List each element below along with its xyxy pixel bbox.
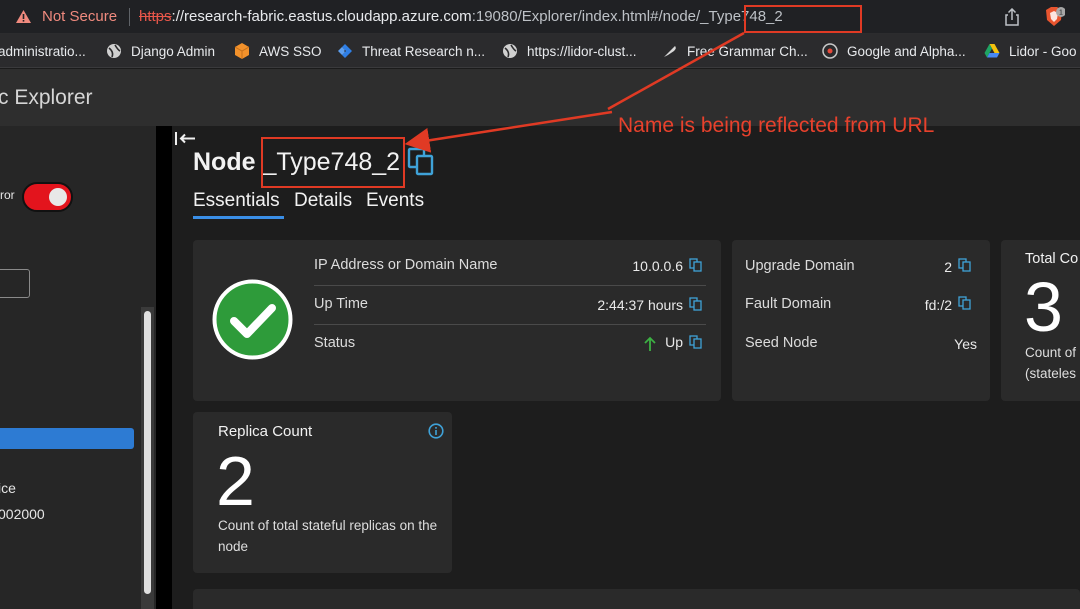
uptime-value: 2:44:37 hours bbox=[597, 297, 683, 313]
copy-icon[interactable] bbox=[407, 147, 437, 177]
total-card-desc: Count of bbox=[1025, 345, 1077, 360]
sidebar-search-input[interactable] bbox=[0, 269, 30, 298]
fault-domain-label: Fault Domain bbox=[745, 296, 832, 312]
total-count: 3 bbox=[1024, 268, 1063, 346]
sidebar-item-label[interactable]: 002000 bbox=[0, 506, 45, 522]
health-evaluation-card bbox=[193, 589, 1080, 609]
bookmark-label: Lidor - Goo bbox=[1009, 43, 1077, 59]
url-separator bbox=[129, 8, 130, 26]
sidebar-divider[interactable] bbox=[156, 126, 172, 609]
replica-count-title: Replica Count bbox=[218, 423, 313, 440]
warning-triangle-icon bbox=[16, 10, 31, 23]
info-icon[interactable] bbox=[428, 423, 444, 439]
share-icon[interactable] bbox=[1004, 8, 1020, 26]
tab-details[interactable]: Details bbox=[294, 190, 352, 212]
record-icon bbox=[822, 43, 838, 59]
uptime-label: Up Time bbox=[314, 296, 368, 312]
essentials-card: IP Address or Domain Name 10.0.0.6 Up Ti… bbox=[193, 240, 721, 401]
bookmark-item[interactable]: Django Admin bbox=[106, 34, 215, 68]
ip-address-label: IP Address or Domain Name bbox=[314, 257, 498, 273]
bookmarks-bar: administratio... Django Admin AWS SSO Th… bbox=[0, 34, 1080, 68]
bookmark-item[interactable]: https://lidor-clust... bbox=[502, 34, 637, 68]
status-value: Up bbox=[665, 334, 683, 350]
row-divider bbox=[314, 324, 706, 325]
annotation-title-box bbox=[261, 137, 405, 188]
bookmark-label: Google and Alpha... bbox=[847, 43, 966, 59]
total-card: Total Co 3 Count of (stateles bbox=[1001, 240, 1080, 401]
bookmark-item[interactable]: Free Grammar Ch... bbox=[662, 34, 808, 68]
healthy-check-icon bbox=[212, 279, 293, 360]
row-divider bbox=[314, 285, 706, 286]
fault-domain-value: fd:/2 bbox=[924, 297, 952, 313]
replica-count-card: Replica Count 2 Count of total stateful … bbox=[193, 412, 452, 573]
annotation-text: Name is being reflected from URL bbox=[618, 114, 935, 137]
url-host: ://research-fabric.eastus.cloudapp.azure… bbox=[171, 8, 472, 25]
total-card-title: Total Co bbox=[1025, 251, 1079, 267]
seed-node-value: Yes bbox=[954, 336, 977, 352]
bookmark-label: Django Admin bbox=[131, 43, 216, 59]
bookmark-item[interactable]: Threat Research n... bbox=[337, 34, 485, 68]
jira-icon bbox=[338, 44, 352, 58]
copy-icon[interactable] bbox=[689, 258, 703, 272]
brave-shield-icon[interactable]: 1 bbox=[1043, 6, 1065, 28]
sidebar-item-label[interactable]: ice bbox=[0, 480, 16, 496]
not-secure-label[interactable]: Not Secure bbox=[42, 8, 117, 25]
upgrade-domain-value: 2 bbox=[944, 259, 952, 275]
bookmark-item[interactable]: Google and Alpha... bbox=[822, 34, 966, 68]
copy-icon[interactable] bbox=[689, 335, 703, 349]
bookmark-label: AWS SSO bbox=[259, 43, 322, 59]
tab-essentials[interactable]: Essentials bbox=[193, 190, 280, 212]
globe-icon bbox=[503, 44, 517, 58]
tab-events[interactable]: Events bbox=[366, 190, 424, 212]
url-scheme: https bbox=[139, 8, 172, 25]
url-path: :19080/Explorer/index.html#/node/ bbox=[471, 8, 701, 25]
upgrade-domain-label: Upgrade Domain bbox=[745, 258, 855, 274]
annotation-url-box bbox=[744, 5, 862, 33]
arrow-up-icon bbox=[644, 336, 656, 351]
toggle-label: ror bbox=[0, 188, 15, 202]
collapse-sidebar-icon[interactable] bbox=[174, 129, 198, 149]
seed-node-label: Seed Node bbox=[745, 335, 818, 351]
bookmark-item[interactable]: Lidor - Goo bbox=[984, 34, 1077, 68]
ip-address-value: 10.0.0.6 bbox=[632, 258, 683, 274]
url-text[interactable]: https://research-fabric.eastus.cloudapp.… bbox=[139, 8, 783, 25]
browser-address-bar[interactable]: Not Secure https://research-fabric.eastu… bbox=[0, 0, 1080, 34]
aws-cube-icon bbox=[234, 43, 250, 59]
sidebar-selected-item[interactable] bbox=[0, 428, 134, 449]
copy-icon[interactable] bbox=[958, 258, 972, 272]
replica-count: 2 bbox=[216, 442, 255, 520]
sidebar-toggle-switch[interactable] bbox=[22, 182, 73, 212]
bookmark-item[interactable]: AWS SSO bbox=[234, 34, 322, 68]
bookmark-label: administratio... bbox=[0, 43, 86, 59]
active-tab-indicator bbox=[193, 216, 284, 219]
google-drive-icon bbox=[984, 44, 1000, 58]
app-title[interactable]: c Explorer bbox=[0, 86, 93, 110]
brave-badge-count: 1 bbox=[1059, 10, 1063, 17]
total-card-desc: (stateles bbox=[1025, 366, 1077, 381]
node-label: Node bbox=[193, 148, 256, 176]
sidebar-scrollbar-thumb[interactable] bbox=[144, 311, 151, 594]
status-label: Status bbox=[314, 335, 356, 351]
bookmark-label: https://lidor-clust... bbox=[527, 43, 637, 59]
bookmark-item[interactable]: administratio... bbox=[0, 34, 86, 68]
globe-icon bbox=[107, 44, 121, 58]
feather-icon bbox=[664, 46, 676, 57]
bookmark-label: Threat Research n... bbox=[362, 43, 486, 59]
domain-card: Upgrade Domain 2 Fault Domain fd:/2 Seed… bbox=[732, 240, 990, 401]
copy-icon[interactable] bbox=[958, 296, 972, 310]
replica-count-desc: Count of total stateful replicas on the … bbox=[218, 518, 438, 554]
copy-icon[interactable] bbox=[689, 297, 703, 311]
bookmark-label: Free Grammar Ch... bbox=[687, 43, 808, 59]
